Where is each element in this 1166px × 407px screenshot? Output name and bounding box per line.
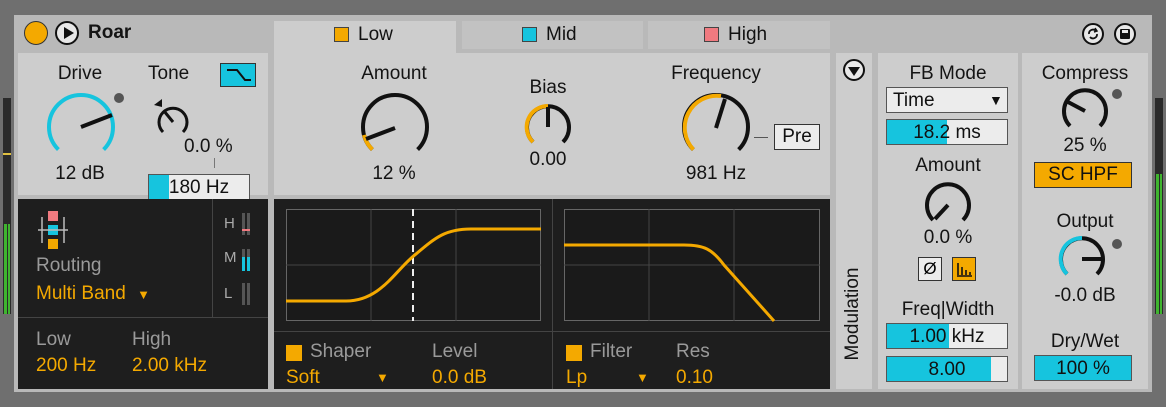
fb-invert-button[interactable]: Ø xyxy=(918,257,942,281)
drive-knob[interactable] xyxy=(36,83,126,173)
compress-knob[interactable] xyxy=(1055,81,1115,141)
band-amount-value: 12 % xyxy=(372,163,416,184)
drive-label: Drive xyxy=(57,63,103,84)
fb-frequency-field[interactable]: 1.00 kHz xyxy=(886,323,1008,349)
tone-value: 0.0 % xyxy=(184,136,233,157)
routing-label: Routing xyxy=(36,255,102,276)
drywet-label: Dry/Wet xyxy=(1050,331,1120,352)
play-icon[interactable] xyxy=(55,21,79,45)
fb-amount-value: 0.0 % xyxy=(923,227,973,248)
filter-label: Filter xyxy=(590,341,633,362)
spectrum-icon xyxy=(957,263,972,277)
chevron-down-icon: ▼ xyxy=(137,287,150,302)
drive-value: 12 dB xyxy=(55,163,105,184)
mid-color-swatch xyxy=(522,27,537,42)
sc-hpf-button[interactable]: SC HPF xyxy=(1034,162,1132,188)
band-panel: Amount 12 % Bias 0.00 Frequency 981 Hz P… xyxy=(274,53,830,195)
routing-mode-select[interactable]: Multi Band ▼ xyxy=(36,283,150,305)
chevron-down-icon: ▼ xyxy=(989,92,1003,108)
crossover-low-label: Low xyxy=(36,329,71,350)
output-panel: Compress 25 % SC HPF Output -0.0 dB Dry/… xyxy=(1022,53,1148,389)
band-amount-knob[interactable] xyxy=(350,83,440,173)
compress-modulation-dot xyxy=(1112,89,1122,99)
hot-swap-icon[interactable] xyxy=(1082,23,1104,45)
fb-mode-label: FB Mode xyxy=(909,63,987,84)
band-frequency-label: Frequency xyxy=(671,63,761,84)
bias-knob[interactable] xyxy=(518,97,578,157)
meter-label-l: L xyxy=(224,285,233,302)
tone-label: Tone xyxy=(148,63,190,84)
shaper-filter-panel: Shaper Soft ▼ Level 0.0 dB Filter Lp ▼ R… xyxy=(274,199,830,389)
low-color-swatch xyxy=(334,27,349,42)
crossover-low-value[interactable]: 200 Hz xyxy=(36,355,96,377)
fb-amount-knob[interactable] xyxy=(918,175,978,235)
device-activator-button[interactable] xyxy=(24,21,48,45)
band-frequency-value: 981 Hz xyxy=(685,163,747,184)
fb-width-field[interactable]: 8.00 xyxy=(886,356,1008,382)
output-knob[interactable] xyxy=(1052,229,1112,289)
fb-amount-label: Amount xyxy=(915,155,981,176)
fb-freqwidth-label: Freq|Width xyxy=(901,299,995,320)
modulation-strip[interactable]: Modulation xyxy=(836,53,872,389)
chevron-down-icon: ▼ xyxy=(376,370,389,385)
high-band-meter xyxy=(242,213,252,235)
filter-res-label: Res xyxy=(676,341,710,362)
feedback-panel: FB Mode Time ▼ 18.2 ms Amount 0.0 % Ø Fr… xyxy=(878,53,1018,389)
shaper-label: Shaper xyxy=(310,341,372,362)
multiband-routing-icon xyxy=(38,211,68,249)
roar-device: Roar Low Mid High Drive 12 dB Tone 0.0 %… xyxy=(14,15,1152,392)
save-preset-icon[interactable] xyxy=(1114,23,1136,45)
device-title: Roar xyxy=(88,22,132,43)
output-meter xyxy=(1155,98,1163,314)
output-modulation-dot xyxy=(1112,239,1122,249)
shaper-level-label: Level xyxy=(432,341,478,362)
compress-value: 25 % xyxy=(1063,135,1107,156)
drive-modulation-dot xyxy=(114,93,124,103)
modulation-label: Modulation xyxy=(842,267,863,361)
tab-low[interactable]: Low xyxy=(274,21,456,53)
bias-label: Bias xyxy=(529,77,567,98)
filter-type-select[interactable]: Lp ▼ xyxy=(566,367,656,389)
high-color-swatch xyxy=(704,27,719,42)
pre-button[interactable]: Pre xyxy=(774,124,820,150)
shaper-curve-display xyxy=(286,209,541,321)
drywet-field[interactable]: 100 % xyxy=(1034,355,1132,381)
band-amount-label: Amount xyxy=(361,63,427,84)
low-band-meter xyxy=(242,283,252,305)
tab-mid[interactable]: Mid xyxy=(462,21,643,49)
routing-panel: Routing Multi Band ▼ H M L Low 200 Hz Hi… xyxy=(18,199,268,389)
fb-midi-button[interactable] xyxy=(952,257,976,281)
input-meter xyxy=(3,98,11,314)
filter-enable-checkbox[interactable] xyxy=(566,345,582,361)
output-value: -0.0 dB xyxy=(1054,285,1116,306)
expand-down-icon[interactable] xyxy=(843,59,865,81)
tone-frequency-field[interactable]: 180 Hz xyxy=(148,174,250,200)
tone-filter-toggle[interactable] xyxy=(220,63,256,87)
shaper-type-select[interactable]: Soft ▼ xyxy=(286,367,389,389)
chevron-down-icon: ▼ xyxy=(636,370,649,385)
filter-res-value[interactable]: 0.10 xyxy=(676,367,713,389)
meter-label-m: M xyxy=(224,249,237,266)
shaper-level-value[interactable]: 0.0 dB xyxy=(432,367,487,389)
crossover-high-label: High xyxy=(132,329,172,350)
filter-curve-display xyxy=(564,209,820,322)
shaper-enable-checkbox[interactable] xyxy=(286,345,302,361)
band-frequency-knob[interactable] xyxy=(671,83,761,173)
meter-label-h: H xyxy=(224,215,235,232)
mid-band-meter xyxy=(242,249,252,271)
tab-high[interactable]: High xyxy=(648,21,830,49)
fb-mode-select[interactable]: Time ▼ xyxy=(886,87,1008,113)
bias-value: 0.00 xyxy=(529,149,567,170)
fb-time-field[interactable]: 18.2 ms xyxy=(886,119,1008,145)
drive-tone-panel: Drive 12 dB Tone 0.0 % 180 Hz xyxy=(18,53,268,200)
crossover-high-value[interactable]: 2.00 kHz xyxy=(132,355,207,377)
highshelf-icon xyxy=(227,69,251,81)
